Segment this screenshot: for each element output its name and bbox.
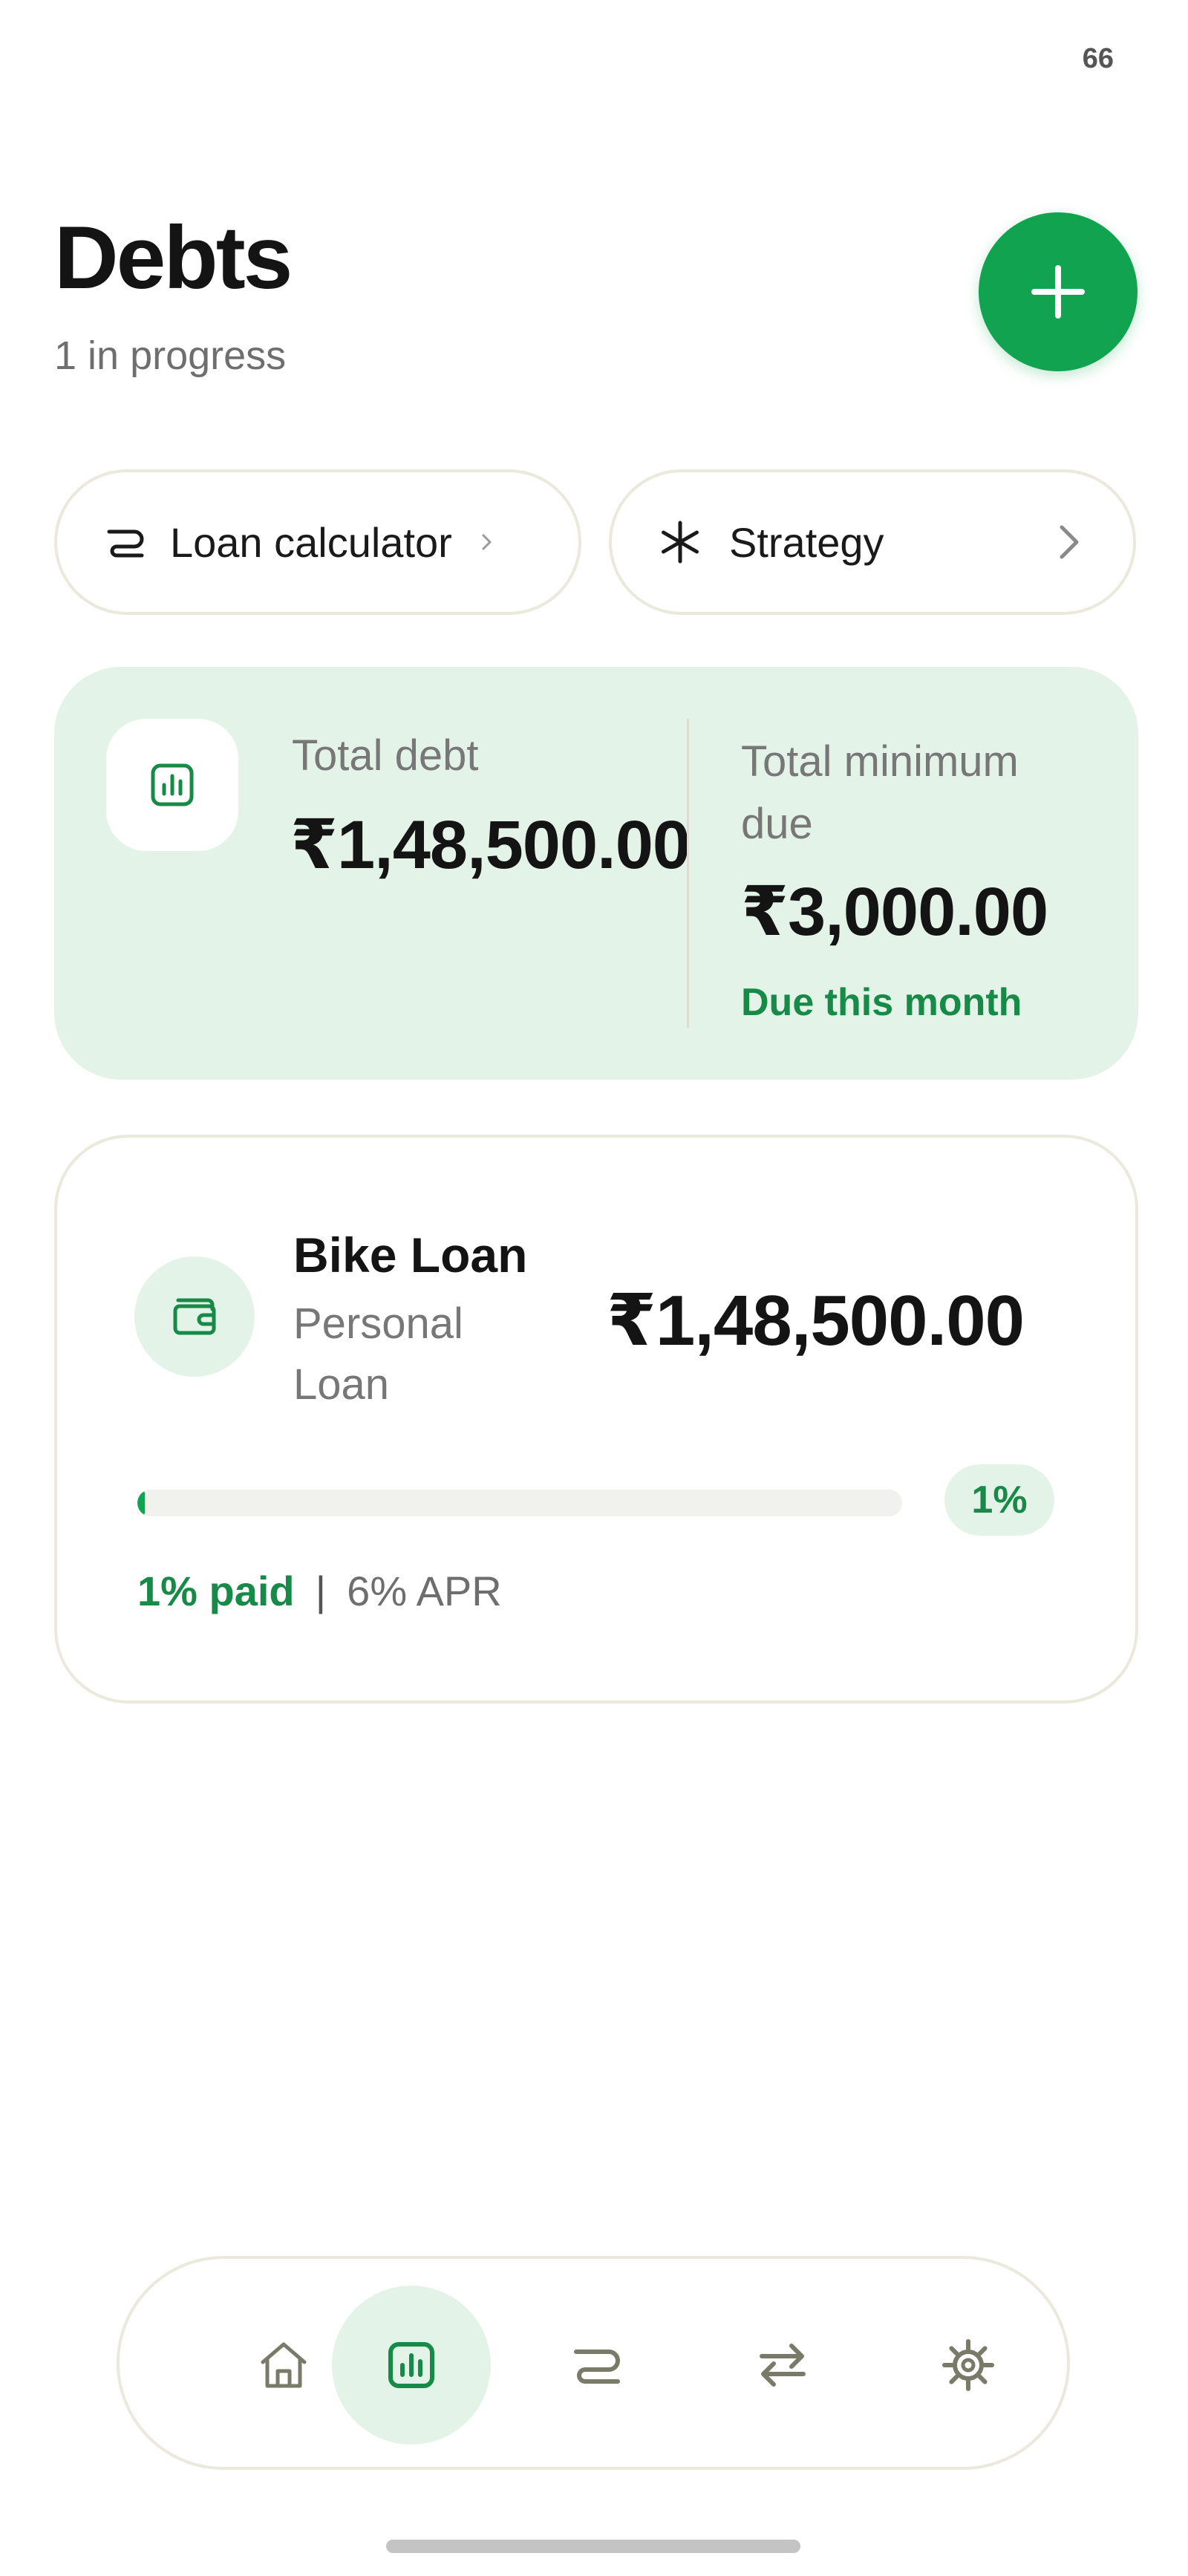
loan-calculator-icon (107, 529, 144, 558)
page-subtitle: 1 in progress (54, 333, 287, 378)
plus-icon (1031, 265, 1085, 319)
loan-calculator-icon (574, 2350, 620, 2384)
status-number: 66 (1082, 43, 1114, 74)
loan-meta: 1% paid | 6% APR (137, 1567, 502, 1615)
add-debt-button[interactable] (979, 212, 1138, 371)
loan-name: Bike Loan (293, 1227, 528, 1282)
total-debt-value: ₹1,48,500.00 (290, 807, 691, 883)
nav-item-loans[interactable] (518, 2286, 676, 2445)
home-icon (261, 2342, 307, 2388)
home-indicator[interactable] (386, 2540, 800, 2553)
nav-item-debts[interactable] (332, 2286, 491, 2445)
loan-amount: ₹1,48,500.00 (607, 1281, 1025, 1360)
loan-apr-label: 6% APR (347, 1568, 502, 1614)
chart-icon (151, 763, 194, 806)
loan-card[interactable]: Bike Loan Personal Loan ₹1,48,500.00 1% … (54, 1135, 1138, 1703)
due-note: Due this month (741, 981, 1022, 1024)
loan-progress-badge: 1% (944, 1464, 1054, 1536)
loan-calculator-label: Loan calculator (170, 518, 452, 566)
status-bar: 66 (0, 0, 1188, 111)
min-due-value: ₹3,000.00 (741, 874, 1048, 950)
loan-meta-separator: | (315, 1568, 327, 1614)
chart-icon (388, 2342, 434, 2388)
page-title: Debts (54, 208, 293, 307)
transfer-icon (760, 2344, 806, 2387)
gear-icon (942, 2339, 994, 2391)
min-due-label: Total minimum due (741, 737, 1019, 848)
summary-divider (687, 719, 689, 1028)
bottom-nav (117, 2256, 1070, 2470)
nav-item-settings[interactable] (889, 2286, 1048, 2445)
loan-type: Personal Loan (293, 1300, 463, 1409)
loan-progress-bar (137, 1490, 902, 1516)
total-debt-label: Total debt (292, 731, 479, 780)
loan-calculator-button[interactable]: Loan calculator (54, 469, 581, 615)
chevron-right-icon (1060, 525, 1079, 559)
loan-paid-label: 1% paid (137, 1568, 295, 1614)
loan-progress-fill (137, 1490, 146, 1516)
chevron-right-icon (482, 534, 492, 550)
nav-item-transfers[interactable] (703, 2286, 862, 2445)
summary-icon-box (106, 719, 238, 851)
asterisk-icon (662, 521, 699, 564)
strategy-label: Strategy (729, 518, 884, 566)
strategy-button[interactable]: Strategy (609, 469, 1136, 615)
wallet-icon (173, 1298, 216, 1335)
debt-summary-card: Total debt ₹1,48,500.00 Total minimum du… (54, 667, 1138, 1080)
loan-icon-box (134, 1256, 255, 1377)
